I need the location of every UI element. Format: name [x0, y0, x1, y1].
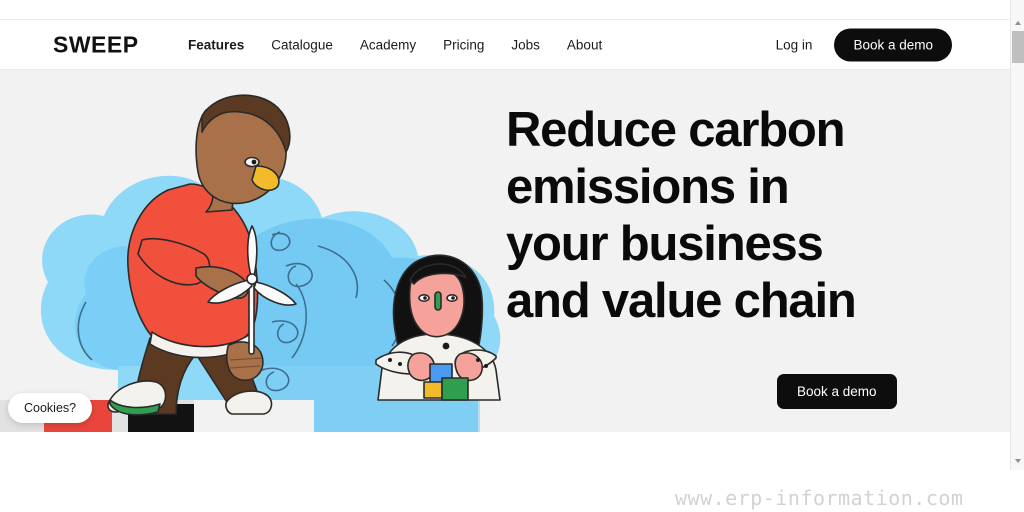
headline-line-4: and value chain [506, 274, 857, 328]
site-header: SWEEP Features Catalogue Academy Pricing… [0, 20, 1010, 70]
nav-item-academy[interactable]: Academy [360, 37, 416, 52]
headline-line-1: Reduce carbon [506, 103, 846, 157]
watermark-text: www.erp-information.com [675, 486, 964, 510]
nav-item-about[interactable]: About [567, 37, 602, 52]
browser-screenshot: SWEEP Features Catalogue Academy Pricing… [0, 0, 1024, 512]
header-actions: Log in Book a demo [776, 28, 952, 61]
nav-item-pricing[interactable]: Pricing [443, 37, 484, 52]
page-title: Reduce carbon emissions in your business… [506, 102, 926, 330]
nav-item-catalogue[interactable]: Catalogue [271, 37, 333, 52]
browser-chrome-strip [0, 0, 1010, 20]
main-navigation: Features Catalogue Academy Pricing Jobs … [188, 37, 602, 52]
scroll-up-icon[interactable] [1011, 16, 1024, 30]
login-link[interactable]: Log in [776, 37, 813, 52]
book-demo-button-header[interactable]: Book a demo [834, 28, 952, 61]
scroll-down-icon[interactable] [1011, 454, 1024, 468]
scrollbar-thumb[interactable] [1012, 31, 1024, 63]
headline-line-3: your business [506, 217, 824, 271]
brand-logo[interactable]: SWEEP [53, 31, 139, 58]
book-demo-button-hero[interactable]: Book a demo [777, 374, 897, 409]
nav-item-jobs[interactable]: Jobs [511, 37, 540, 52]
headline-line-2: emissions in [506, 160, 790, 214]
nav-item-features[interactable]: Features [188, 37, 244, 52]
cookies-banner-button[interactable]: Cookies? [8, 393, 93, 423]
hero-illustration [0, 70, 520, 432]
vertical-scrollbar[interactable] [1010, 0, 1024, 470]
